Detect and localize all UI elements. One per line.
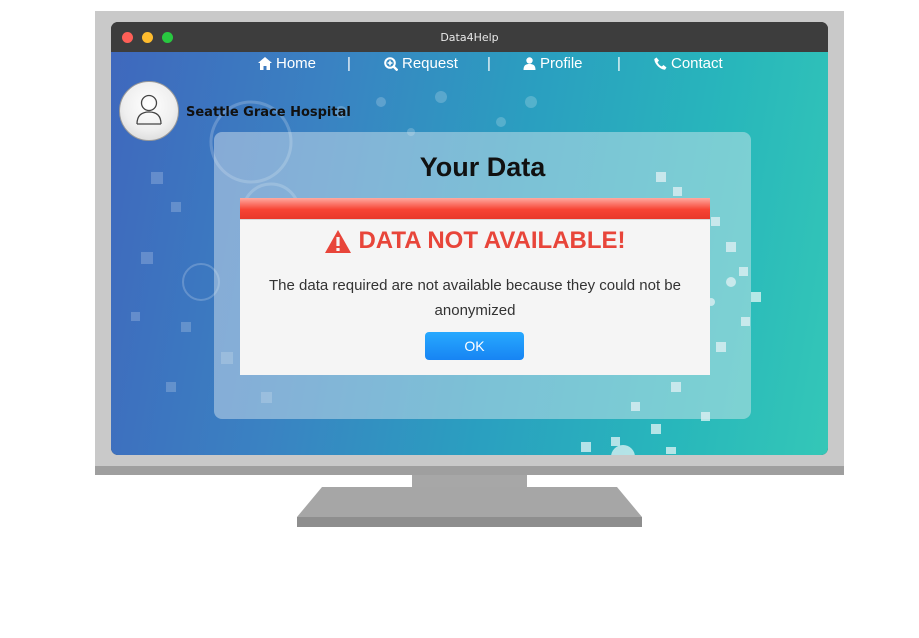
nav-contact-label: Contact xyxy=(671,55,723,72)
dialog-message: The data required are not available beca… xyxy=(269,277,681,319)
warning-icon xyxy=(325,229,352,253)
page-content: Home | Request | Profile | Contact Seatt… xyxy=(111,52,828,455)
search-plus-icon xyxy=(384,56,398,71)
dialog-title: DATA NOT AVAILABLE! xyxy=(358,227,626,254)
window-title: Data4Help xyxy=(440,31,499,44)
monitor-chin xyxy=(95,466,844,475)
nav-separator: | xyxy=(347,55,351,72)
ok-button[interactable]: OK xyxy=(425,332,524,360)
nav-home[interactable]: Home xyxy=(258,55,316,72)
title-bar: Data4Help xyxy=(111,22,828,52)
user-icon xyxy=(523,57,536,70)
nav-separator: | xyxy=(617,55,621,72)
dialog-header-bar xyxy=(240,198,710,220)
phone-icon xyxy=(654,57,667,70)
nav-separator: | xyxy=(487,55,491,72)
nav-request-label: Request xyxy=(402,55,458,72)
alert-dialog: DATA NOT AVAILABLE! The data required ar… xyxy=(240,198,710,375)
home-icon xyxy=(258,57,272,70)
monitor-stand-base xyxy=(297,487,642,527)
nav-contact[interactable]: Contact xyxy=(654,55,723,72)
nav-request[interactable]: Request xyxy=(384,55,458,72)
hospital-name: Seattle Grace Hospital xyxy=(186,105,351,120)
user-avatar-icon xyxy=(136,94,162,125)
app-window: Data4Help Home | Request | Profile | Con… xyxy=(111,22,828,455)
hospital-avatar[interactable] xyxy=(119,81,179,141)
panel-title: Your Data xyxy=(419,152,546,182)
nav-home-label: Home xyxy=(276,55,317,72)
main-navigation: Home | Request | Profile | Contact xyxy=(111,55,828,77)
dialog-heading: DATA NOT AVAILABLE! xyxy=(240,227,710,255)
nav-profile-label: Profile xyxy=(540,55,583,72)
nav-profile[interactable]: Profile xyxy=(523,55,583,72)
